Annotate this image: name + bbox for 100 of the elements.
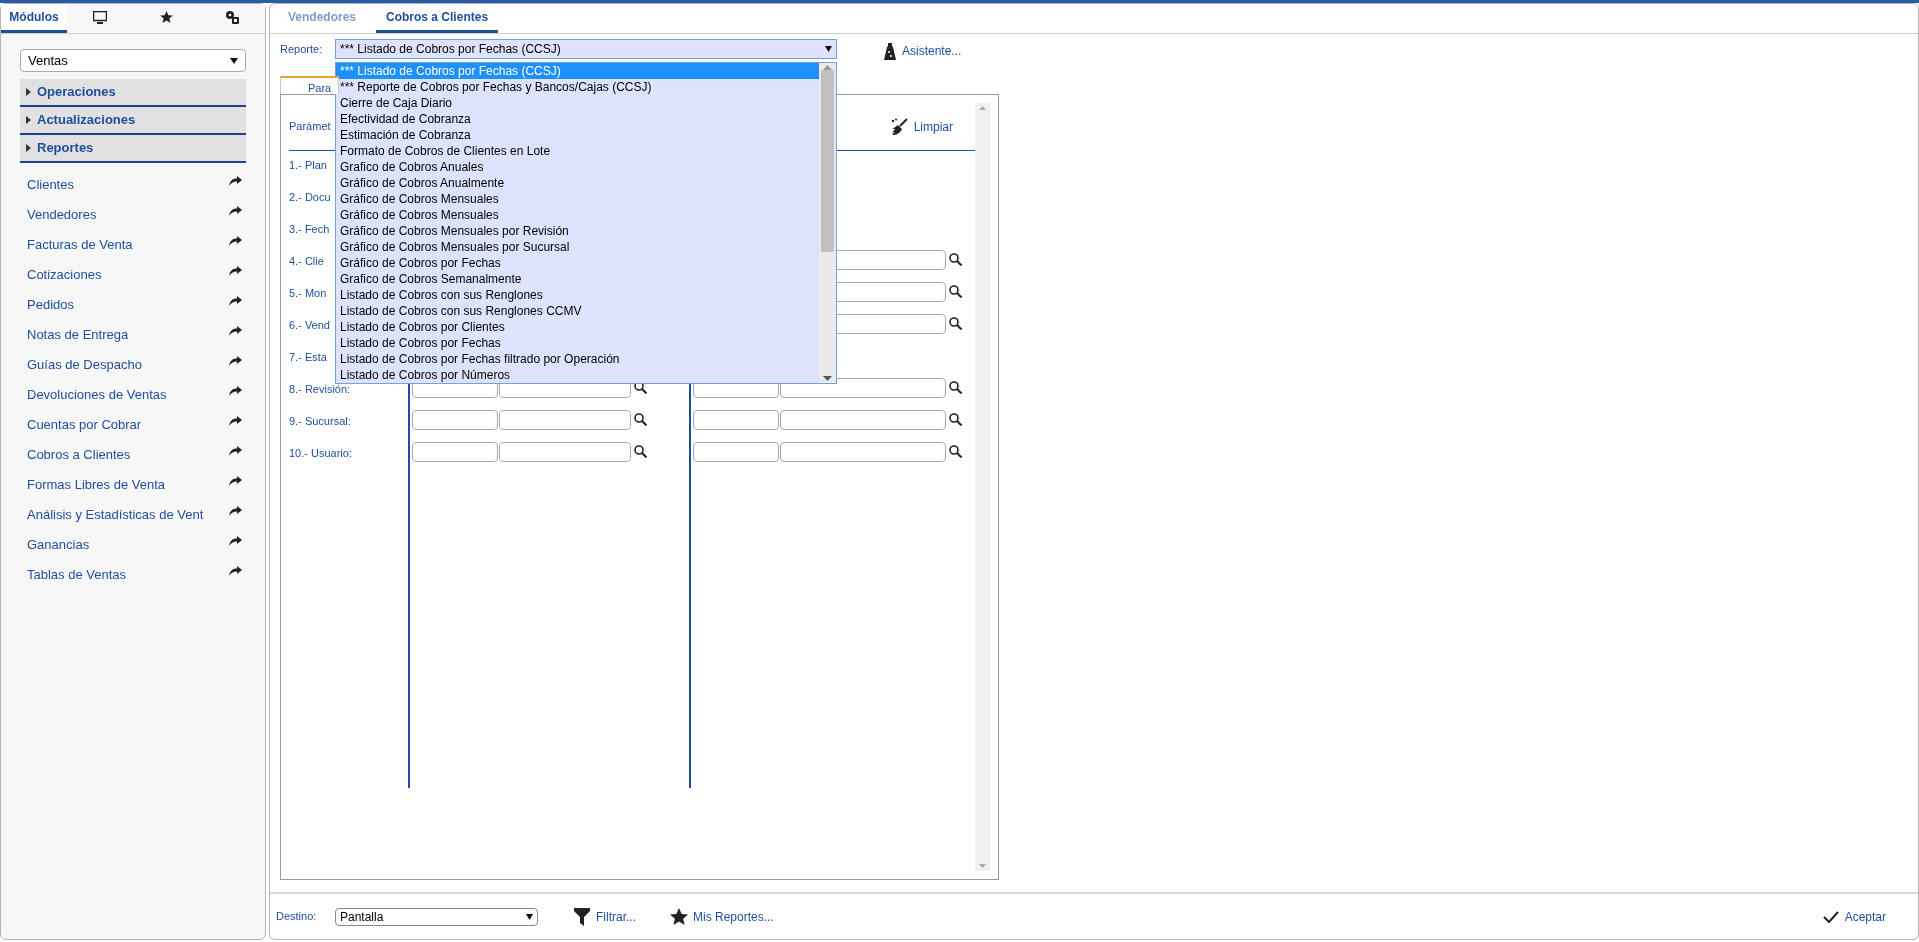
- forward-arrow-icon: [229, 176, 242, 186]
- sidebar-item[interactable]: Cuentas por Cobrar: [20, 410, 246, 440]
- tab[interactable]: Cobros a Clientes: [376, 4, 499, 33]
- sidebar-item[interactable]: Pedidos: [20, 290, 246, 320]
- report-option[interactable]: Estimación de Cobranza: [336, 127, 819, 143]
- caret-icon: [26, 88, 31, 96]
- forward-arrow-icon: [229, 506, 242, 516]
- input-field[interactable]: [412, 410, 498, 430]
- parameter-label: 6.- Vend: [289, 318, 330, 333]
- report-option[interactable]: Listado de Cobros por Fechas filtrado por Operación: [336, 351, 819, 367]
- destination-select[interactable]: Pantalla: [335, 907, 538, 926]
- report-option[interactable]: Grafico de Cobros Semanalmente: [336, 271, 819, 287]
- sidebar-item[interactable]: Cobros a Clientes: [20, 440, 246, 470]
- scroll-up-icon: [979, 106, 986, 110]
- search-icon[interactable]: [949, 317, 962, 330]
- report-option[interactable]: Listado de Cobros por Números: [336, 367, 819, 383]
- report-option[interactable]: Gráfico de Cobros Mensuales por Sucursal: [336, 239, 819, 255]
- section-header[interactable]: Actualizaciones: [20, 107, 246, 135]
- input-field[interactable]: [499, 442, 631, 462]
- report-option[interactable]: Gráfico de Cobros Mensuales por Revisión: [336, 223, 819, 239]
- sidebar-item[interactable]: Clientes: [20, 170, 246, 200]
- sidebar-item[interactable]: Notas de Entrega: [20, 320, 246, 350]
- parameter-label: 1.- Plan: [289, 158, 327, 173]
- input-field[interactable]: [412, 442, 498, 462]
- input-field[interactable]: [780, 378, 946, 398]
- forward-arrow-icon: [229, 206, 242, 216]
- report-option[interactable]: Gráfico de Cobros Anualmente: [336, 175, 819, 191]
- search-icon[interactable]: [949, 253, 962, 266]
- parameters-header: Parámet: [289, 119, 331, 135]
- parameter-label: 4.- Clie: [289, 254, 324, 269]
- input-field[interactable]: [499, 410, 631, 430]
- caret-icon: [26, 116, 31, 124]
- sidebar-item[interactable]: Cotizaciones: [20, 260, 246, 290]
- input-field[interactable]: [780, 442, 946, 462]
- check-icon: [1822, 910, 1839, 923]
- sidebar-item[interactable]: Facturas de Venta: [20, 230, 246, 260]
- input-field[interactable]: [780, 410, 946, 430]
- parameter-label: 3.- Fech: [289, 222, 330, 237]
- report-option[interactable]: Grafico de Cobros Anuales: [336, 159, 819, 175]
- parameter-label: 2.- Docu: [289, 190, 331, 205]
- search-icon[interactable]: [634, 445, 647, 458]
- report-option[interactable]: *** Reporte de Cobros por Fechas y Bancos/Cajas (CCSJ): [336, 79, 819, 95]
- sidebar-item[interactable]: Vendedores: [20, 200, 246, 230]
- report-option[interactable]: Listado de Cobros con sus Renglones CCMV: [336, 303, 819, 319]
- sidebar-item[interactable]: Devoluciones de Ventas: [20, 380, 246, 410]
- forward-arrow-icon: [229, 236, 242, 246]
- search-icon[interactable]: [949, 285, 962, 298]
- forward-arrow-icon: [229, 386, 242, 396]
- report-option[interactable]: Gráfico de Cobros Mensuales: [336, 191, 819, 207]
- destination-label: Destino:: [276, 909, 318, 925]
- report-option[interactable]: Gráfico de Cobros por Fechas: [336, 255, 819, 271]
- section-header[interactable]: Reportes: [20, 135, 246, 163]
- parameters-tab[interactable]: Para: [280, 76, 339, 94]
- report-option[interactable]: Gráfico de Cobros Mensuales: [336, 207, 819, 223]
- search-icon[interactable]: [949, 413, 962, 426]
- sidebar-tab[interactable]: [199, 4, 265, 33]
- caret-icon: [526, 913, 533, 920]
- monitor-icon: [93, 10, 107, 24]
- report-option[interactable]: Cierre de Caja Diario: [336, 95, 819, 111]
- accept-button[interactable]: Aceptar: [1822, 907, 1886, 926]
- parameter-label: 10.- Usuario:: [289, 446, 352, 461]
- search-icon[interactable]: [634, 381, 647, 394]
- sidebar-tab[interactable]: Módulos: [1, 4, 67, 33]
- search-icon[interactable]: [949, 445, 962, 458]
- forward-arrow-icon: [229, 266, 242, 276]
- broom-icon: [889, 117, 908, 136]
- sidebar-tab[interactable]: [67, 4, 133, 33]
- forward-arrow-icon: [229, 536, 242, 546]
- search-icon[interactable]: [634, 413, 647, 426]
- scroll-thumb[interactable]: [821, 69, 834, 252]
- scroll-down-icon: [979, 864, 986, 868]
- scroll-down-icon: [823, 376, 832, 381]
- forward-arrow-icon: [229, 326, 242, 336]
- parameter-label: 5.- Mon: [289, 286, 327, 301]
- sidebar-item[interactable]: Guías de Despacho: [20, 350, 246, 380]
- report-label: Reporte:: [280, 41, 324, 57]
- report-option[interactable]: Formato de Cobros de Clientes en Lote: [336, 143, 819, 159]
- sidebar-item[interactable]: Formas Libres de Venta: [20, 470, 246, 500]
- star-icon: [159, 11, 173, 23]
- my-reports-button[interactable]: Mis Reportes...: [670, 907, 774, 926]
- input-field[interactable]: [693, 442, 779, 462]
- sidebar-item[interactable]: Análisis y Estadísticas de Vent: [20, 500, 246, 530]
- wizard-icon: [884, 42, 896, 60]
- caret-icon: [230, 57, 238, 64]
- sidebar-item[interactable]: Ganancias: [20, 530, 246, 560]
- input-field[interactable]: [693, 410, 779, 430]
- parameter-label: 8.- Revisión:: [289, 382, 351, 397]
- search-icon[interactable]: [949, 381, 962, 394]
- report-option[interactable]: Listado de Cobros por Fechas: [336, 335, 819, 351]
- wizard-link[interactable]: Asistente...: [902, 42, 962, 60]
- report-option[interactable]: Listado de Cobros con sus Renglones: [336, 287, 819, 303]
- report-option[interactable]: Listado de Cobros por Clientes: [336, 319, 819, 335]
- filter-button[interactable]: Filtrar...: [574, 907, 636, 926]
- clear-button[interactable]: Limpiar: [889, 117, 953, 136]
- report-select[interactable]: *** Listado de Cobros por Fechas (CCSJ): [335, 39, 837, 59]
- caret-icon: [26, 144, 31, 152]
- section-header[interactable]: Operaciones: [20, 79, 246, 107]
- report-option[interactable]: Efectividad de Cobranza: [336, 111, 819, 127]
- sidebar-item[interactable]: Tablas de Ventas: [20, 560, 246, 590]
- module-select[interactable]: Ventas: [20, 49, 246, 72]
